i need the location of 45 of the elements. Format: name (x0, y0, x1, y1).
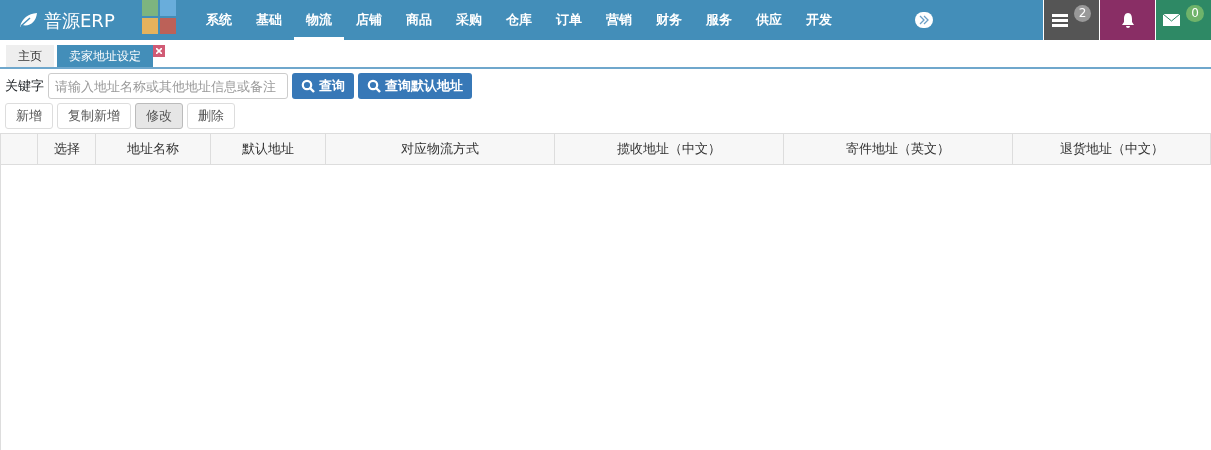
nav-tab[interactable]: 供应 (744, 0, 794, 40)
nav-tab[interactable]: 财务 (644, 0, 694, 40)
app-name: 普源ERP (44, 8, 115, 33)
search-button[interactable]: 查询 (292, 73, 354, 99)
nav-tab[interactable]: 开发 (794, 0, 844, 40)
nav-tab[interactable]: 系统 (194, 0, 244, 40)
column-header: 选择 (53, 140, 80, 159)
leaf-icon (18, 12, 38, 28)
nav-tab[interactable]: 订单 (544, 0, 594, 40)
keyword-label: 关键字 (5, 77, 44, 96)
column-header: 寄件地址（英文） (846, 140, 950, 159)
envelope-icon (1163, 14, 1181, 26)
nav-tab[interactable]: 物流 (294, 0, 344, 40)
server-icon (1051, 13, 1068, 27)
expand-icon[interactable] (915, 12, 933, 28)
header-indicator[interactable] (1099, 0, 1155, 40)
action-button[interactable]: 删除 (187, 103, 235, 129)
search-icon (367, 79, 381, 93)
search-icon (301, 79, 315, 93)
column-header: 退货地址（中文） (1059, 140, 1164, 159)
nav-tab[interactable]: 基础 (244, 0, 294, 40)
header-indicator[interactable]: 2 (1043, 0, 1099, 40)
count-badge: 2 (1073, 5, 1092, 22)
header-indicator[interactable]: 0 (1155, 0, 1211, 40)
nav-tab[interactable]: 服务 (694, 0, 744, 40)
column-header: 地址名称 (127, 140, 179, 159)
action-button[interactable]: 修改 (135, 103, 183, 129)
keyword-field[interactable]: 请输入地址名称或其他地址信息或备注 (48, 73, 288, 99)
nav-tab[interactable]: 营销 (594, 0, 644, 40)
page-tab[interactable]: 卖家地址设定 (57, 45, 153, 67)
column-header: 揽收地址（中文） (617, 140, 721, 159)
page-tab[interactable]: 主页 (6, 45, 54, 67)
count-badge: 0 (1186, 5, 1204, 22)
column-header: 对应物流方式 (401, 140, 479, 159)
nav-tab[interactable]: 采购 (444, 0, 494, 40)
action-button[interactable]: 新增 (5, 103, 53, 129)
nav-tab[interactable]: 店铺 (344, 0, 394, 40)
bell-icon (1119, 12, 1136, 28)
close-icon[interactable] (153, 45, 165, 57)
nav-tab[interactable]: 商品 (394, 0, 444, 40)
search-button[interactable]: 查询默认地址 (358, 73, 472, 99)
nav-tab[interactable]: 仓库 (494, 0, 544, 40)
column-header: 默认地址 (242, 140, 294, 159)
app-grid-icon[interactable] (142, 0, 176, 34)
action-button[interactable]: 复制新增 (57, 103, 131, 129)
